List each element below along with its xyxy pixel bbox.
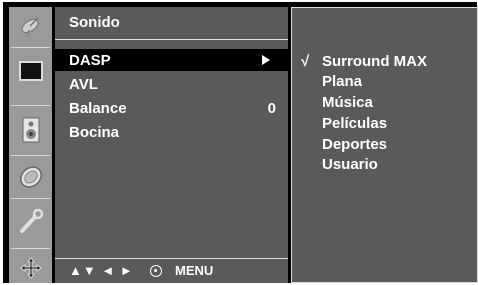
nav-arrows-hint: ▲▼ ◄ ► [69, 263, 134, 278]
menu-item-avl[interactable]: AVL [55, 73, 288, 95]
option-musica[interactable]: Música [292, 92, 477, 112]
menu-item-bocina[interactable]: Bocina [55, 121, 288, 143]
option-label: Películas [322, 115, 388, 132]
option-plana[interactable]: Plana [292, 71, 477, 91]
option-label: Surround MAX [322, 53, 427, 70]
menu-item-label: Bocina [69, 124, 120, 141]
option-label: Usuario [322, 156, 378, 173]
option-deportes[interactable]: Deportes [292, 134, 477, 154]
option-label: Música [322, 94, 373, 111]
osd-screen: Sonido DASP AVL Balance 0 Bocina ▲▼ ◄ ► … [3, 2, 478, 283]
sidebar [9, 7, 52, 283]
menu-item-balance[interactable]: Balance 0 [55, 97, 288, 119]
speaker-icon [22, 117, 39, 143]
option-usuario[interactable]: Usuario [292, 154, 477, 174]
menu-item-dasp[interactable]: DASP [55, 49, 288, 71]
option-peliculas[interactable]: Películas [292, 113, 477, 133]
arrow-right-icon [262, 55, 270, 65]
option-label: Deportes [322, 136, 388, 153]
tools-icon [19, 208, 43, 233]
sidebar-divider [11, 198, 50, 199]
sidebar-item-picture[interactable] [9, 54, 52, 88]
sidebar-divider [11, 248, 50, 249]
sidebar-item-time[interactable] [9, 160, 52, 194]
dasp-submenu: √ Surround MAX Plana Música Películas De… [291, 7, 478, 283]
menu-item-label: DASP [69, 52, 111, 69]
ok-button-icon [150, 265, 162, 277]
sidebar-item-options[interactable] [9, 204, 52, 238]
sidebar-divider [11, 47, 50, 48]
menu-hint: MENU [175, 263, 214, 278]
menu-item-value: 0 [267, 100, 276, 117]
option-surround-max[interactable]: √ Surround MAX [292, 51, 477, 71]
sidebar-item-channel[interactable] [9, 9, 52, 43]
sidebar-item-setup[interactable] [9, 251, 52, 285]
menu-footer: ▲▼ ◄ ► MENU [55, 258, 288, 283]
sidebar-divider [11, 105, 50, 106]
sidebar-item-sound[interactable] [9, 113, 52, 147]
checkmark-icon: √ [301, 53, 310, 70]
option-label: Plana [322, 73, 363, 90]
clock-icon [19, 166, 42, 188]
menu-title: Sonido [69, 14, 120, 31]
sound-menu: Sonido DASP AVL Balance 0 Bocina ▲▼ ◄ ► … [55, 7, 288, 283]
menu-item-label: Balance [69, 100, 127, 117]
settings-icon [19, 257, 42, 279]
satellite-dish-icon [21, 17, 39, 38]
menu-header: Sonido [55, 7, 288, 40]
menu-item-label: AVL [69, 76, 98, 93]
screen-icon [18, 61, 43, 81]
sidebar-divider [11, 155, 50, 156]
